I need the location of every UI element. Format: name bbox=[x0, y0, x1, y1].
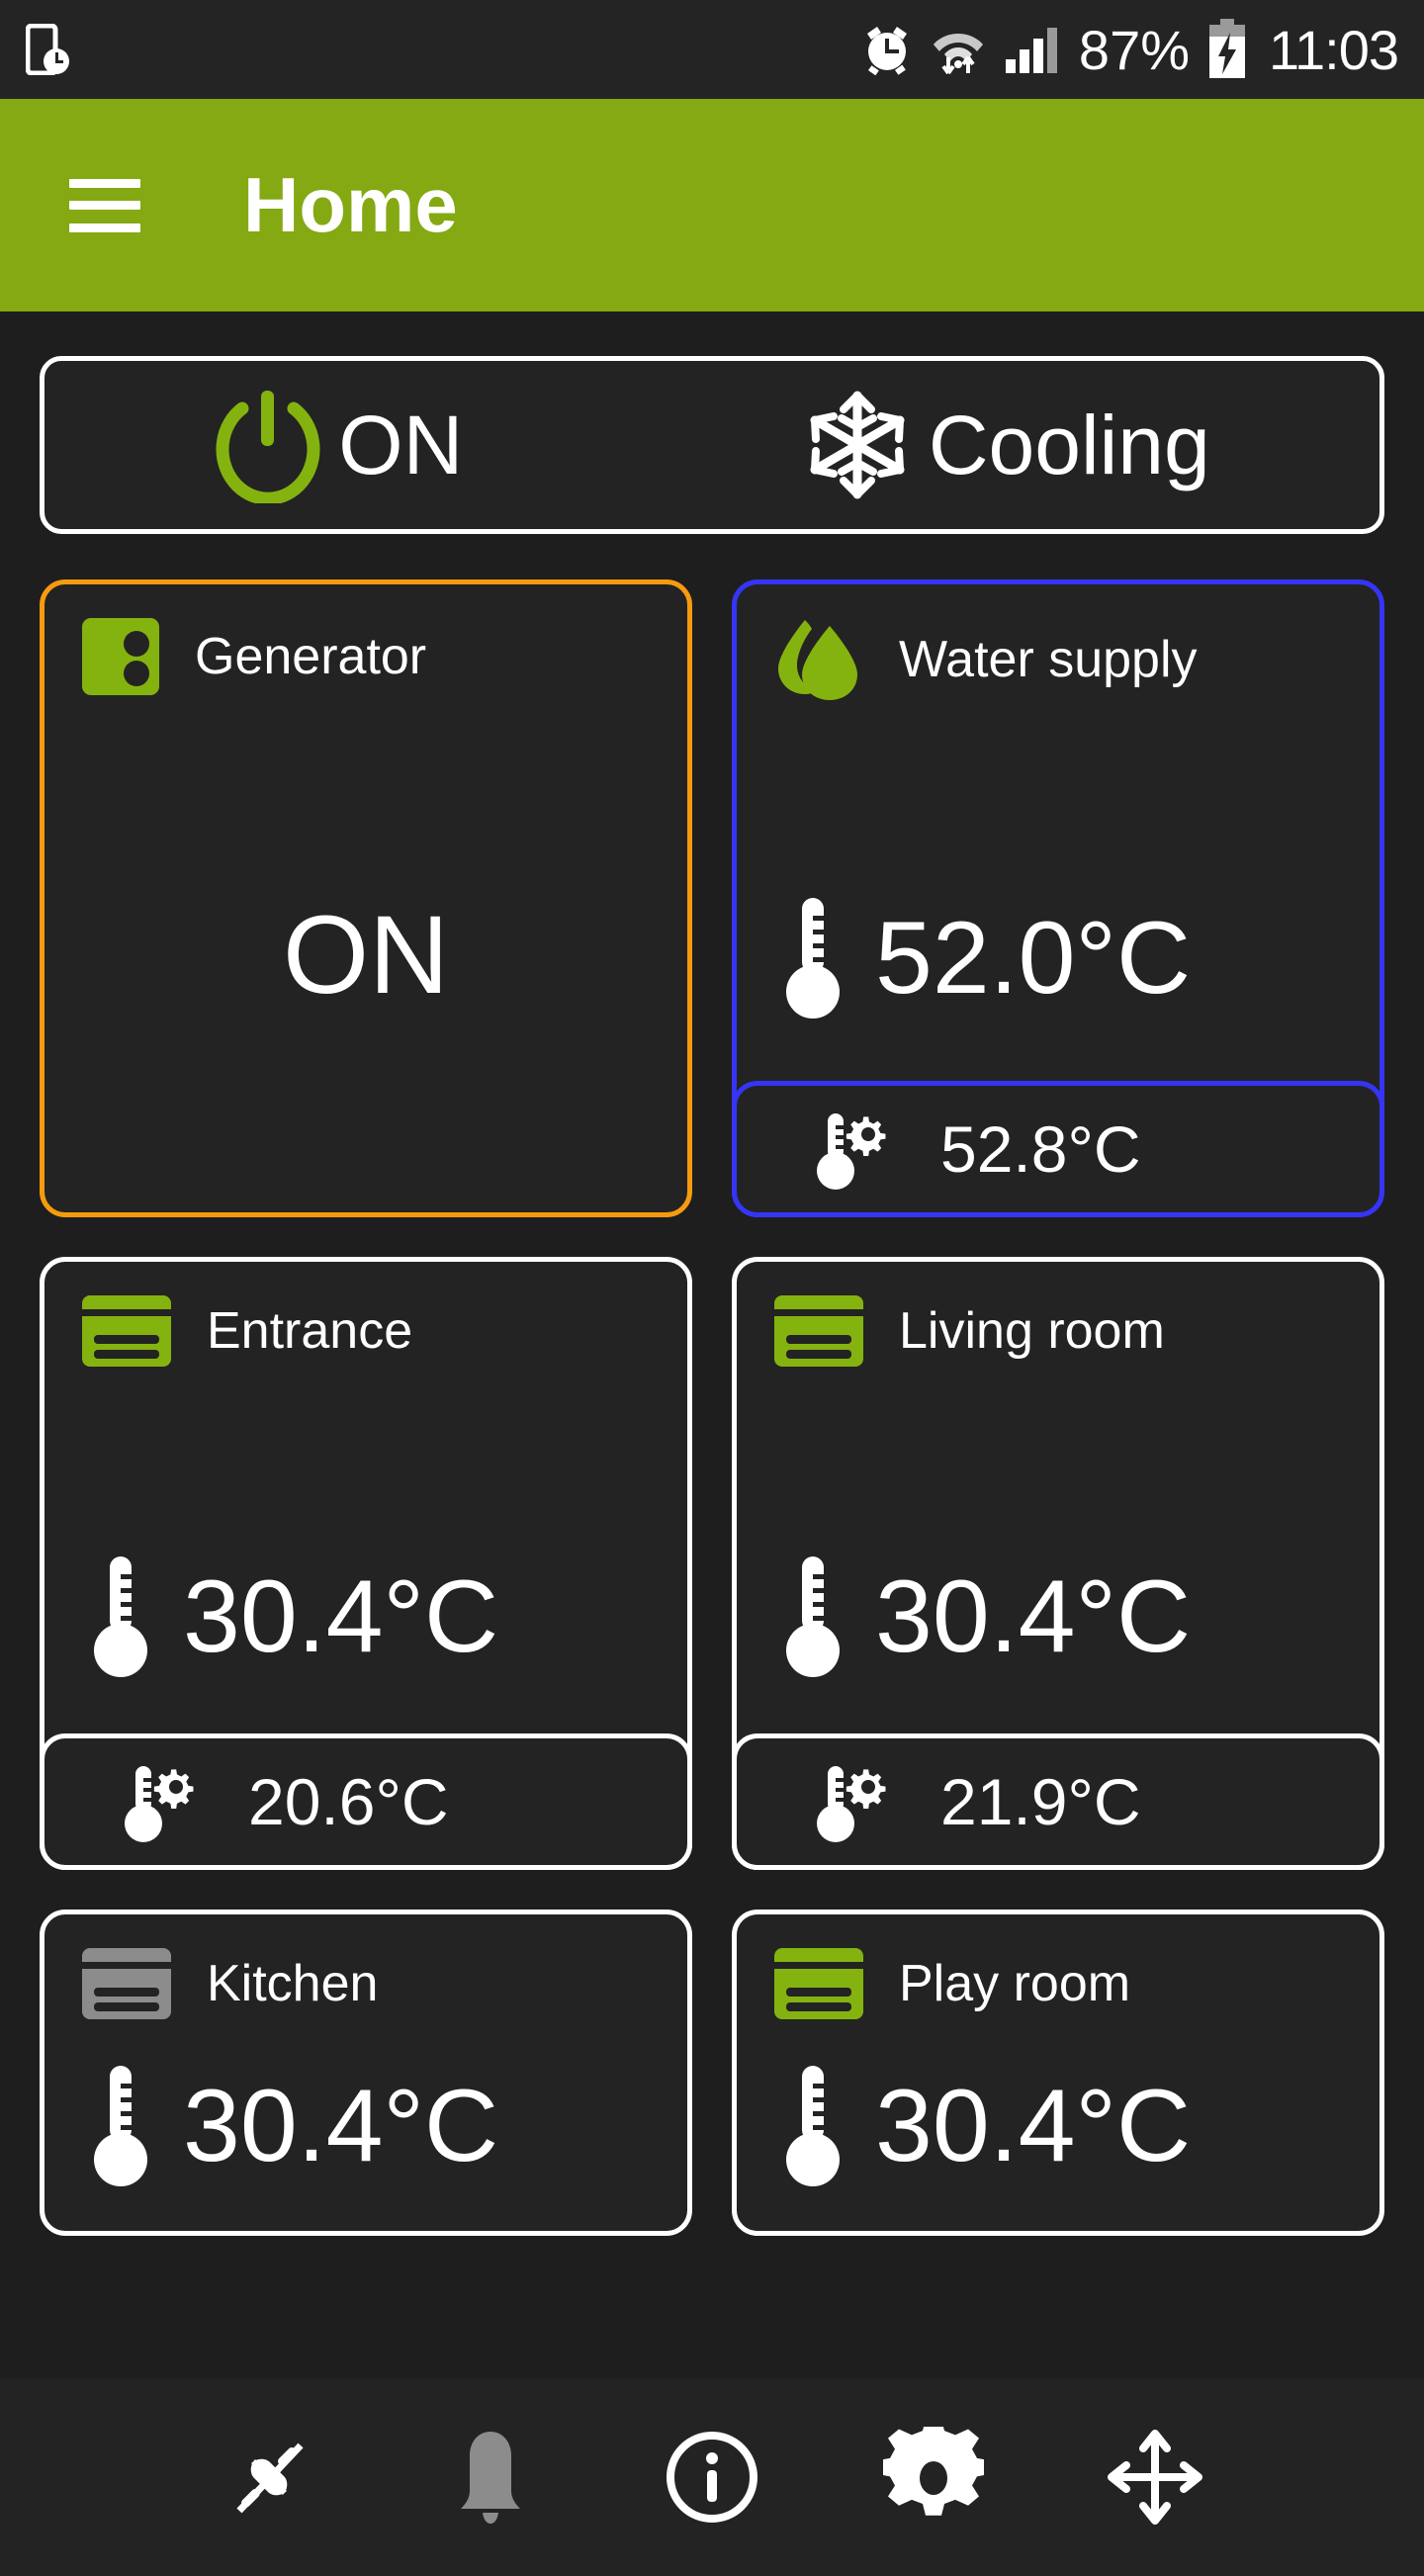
bell-icon[interactable] bbox=[431, 2418, 550, 2536]
card-header: Living room bbox=[737, 1262, 1380, 1369]
radiator-icon bbox=[80, 1293, 173, 1369]
card-title: Kitchen bbox=[207, 1955, 379, 2012]
card-play-room[interactable]: Play room 30.4°C bbox=[732, 1910, 1384, 2236]
status-bar: 87% 11:03 bbox=[0, 0, 1424, 99]
status-bar-clock: 11:03 bbox=[1269, 18, 1399, 81]
setpoint-row[interactable]: 20.6°C bbox=[40, 1733, 692, 1870]
status-bar-right: 87% 11:03 bbox=[861, 18, 1399, 82]
hamburger-menu-icon[interactable] bbox=[69, 178, 140, 232]
snowflake-icon bbox=[802, 390, 913, 500]
setpoint-row[interactable]: 52.8°C bbox=[732, 1081, 1384, 1217]
radiator-icon bbox=[80, 1946, 173, 2021]
generator-socket-icon bbox=[80, 616, 161, 697]
card-title: Living room bbox=[899, 1302, 1165, 1360]
card-title: Generator bbox=[195, 628, 427, 685]
bottom-navigation-bar bbox=[0, 2378, 1424, 2576]
thermometer-icon bbox=[88, 2062, 153, 2190]
card-entrance[interactable]: Entrance 30.4°C 20.6°C bbox=[40, 1257, 692, 1870]
card-value: 30.4°C bbox=[183, 2069, 499, 2183]
mode-status[interactable]: Cooling bbox=[802, 390, 1210, 500]
card-value: 30.4°C bbox=[183, 1559, 499, 1674]
card-title: Water supply bbox=[899, 631, 1198, 688]
main-content: ON Cooling Generator ON Water supply 52.… bbox=[0, 356, 1424, 2576]
setpoint-value: 20.6°C bbox=[248, 1765, 449, 1838]
app-bar: Home bbox=[0, 99, 1424, 311]
card-header: Play room bbox=[737, 1914, 1380, 2021]
card-value: 30.4°C bbox=[875, 1559, 1192, 1674]
cellular-signal-icon bbox=[1004, 24, 1061, 75]
mode-status-label: Cooling bbox=[928, 399, 1210, 491]
info-circle-icon[interactable] bbox=[653, 2418, 771, 2536]
card-body: 30.4°C bbox=[737, 2021, 1380, 2231]
card-water-supply[interactable]: Water supply 52.0°C 52.8°C bbox=[732, 579, 1384, 1217]
thermometer-gear-icon bbox=[814, 1760, 899, 1843]
gear-icon[interactable] bbox=[874, 2418, 993, 2536]
card-header: Water supply bbox=[737, 584, 1380, 703]
card-title: Play room bbox=[899, 1955, 1131, 2012]
radiator-icon bbox=[772, 1293, 865, 1369]
thermometer-gear-icon bbox=[814, 1108, 899, 1191]
wifi-transfer-icon bbox=[931, 24, 986, 75]
card-header: Kitchen bbox=[44, 1914, 687, 2021]
thermometer-icon bbox=[780, 1553, 846, 1681]
thermometer-icon bbox=[780, 2062, 846, 2190]
page-title: Home bbox=[243, 161, 458, 248]
power-status-label: ON bbox=[338, 399, 464, 491]
setpoint-value: 21.9°C bbox=[940, 1765, 1141, 1838]
card-value: 52.0°C bbox=[875, 900, 1192, 1016]
card-generator[interactable]: Generator ON bbox=[40, 579, 692, 1217]
disconnected-plug-icon[interactable] bbox=[210, 2418, 328, 2536]
setpoint-value: 52.8°C bbox=[940, 1112, 1141, 1186]
card-kitchen[interactable]: Kitchen 30.4°C bbox=[40, 1910, 692, 2236]
battery-charging-icon bbox=[1207, 19, 1247, 80]
card-title: Entrance bbox=[207, 1302, 413, 1360]
thermometer-icon bbox=[780, 894, 846, 1022]
setpoint-row[interactable]: 21.9°C bbox=[732, 1733, 1384, 1870]
card-living-room[interactable]: Living room 30.4°C 21.9°C bbox=[732, 1257, 1384, 1870]
card-body: ON bbox=[44, 697, 687, 1212]
move-arrows-icon[interactable] bbox=[1096, 2418, 1214, 2536]
thermometer-gear-icon bbox=[122, 1760, 207, 1843]
card-body: 30.4°C bbox=[44, 2021, 687, 2231]
card-value: ON bbox=[283, 892, 449, 1017]
phone-clock-icon bbox=[26, 24, 69, 75]
thermometer-icon bbox=[88, 1553, 153, 1681]
power-status[interactable]: ON bbox=[214, 387, 463, 503]
power-icon bbox=[214, 387, 322, 503]
battery-percent-label: 87% bbox=[1078, 18, 1191, 81]
device-card-grid: Generator ON Water supply 52.0°C 52.8°C … bbox=[40, 579, 1384, 2236]
card-value: 30.4°C bbox=[875, 2069, 1192, 2183]
radiator-icon bbox=[772, 1946, 865, 2021]
card-header: Generator bbox=[44, 584, 687, 697]
card-header: Entrance bbox=[44, 1262, 687, 1369]
water-drops-icon bbox=[772, 616, 865, 703]
alarm-clock-icon bbox=[861, 24, 913, 75]
status-bar-left bbox=[26, 24, 861, 75]
system-status-bar[interactable]: ON Cooling bbox=[40, 356, 1384, 534]
